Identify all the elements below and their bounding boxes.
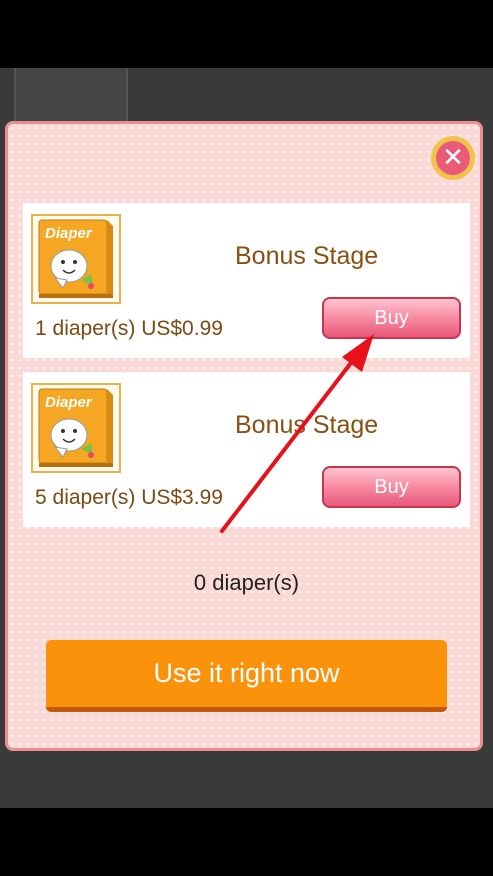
- item-title: Bonus Stage: [235, 411, 379, 439]
- buy-button[interactable]: Buy: [322, 466, 461, 508]
- thumb-label: Diaper: [45, 225, 93, 242]
- use-now-button[interactable]: Use it right now: [46, 640, 447, 712]
- buy-button[interactable]: Buy: [322, 297, 461, 339]
- diaper-pack-image: Diaper: [38, 388, 113, 467]
- diaper-pack-image: Diaper: [38, 219, 113, 298]
- bottom-bar: [0, 808, 493, 876]
- item-price: 5 diaper(s) US$3.99: [35, 486, 223, 509]
- thumb-label: Diaper: [45, 394, 93, 411]
- shop-item-card: Diaper Bonus Stage 1 diaper(s) US$0.99 B…: [23, 203, 470, 358]
- close-button[interactable]: ✕: [431, 136, 475, 180]
- diaper-pack-icon: Diaper: [31, 383, 121, 473]
- shop-item-card: Diaper Bonus Stage 5 diaper(s) US$3.99 B…: [23, 372, 470, 527]
- diaper-pack-icon: Diaper: [31, 214, 121, 304]
- item-title: Bonus Stage: [235, 242, 379, 270]
- item-price: 1 diaper(s) US$0.99: [35, 317, 223, 340]
- close-icon: ✕: [436, 141, 470, 175]
- diaper-count: 0 diaper(s): [193, 570, 300, 595]
